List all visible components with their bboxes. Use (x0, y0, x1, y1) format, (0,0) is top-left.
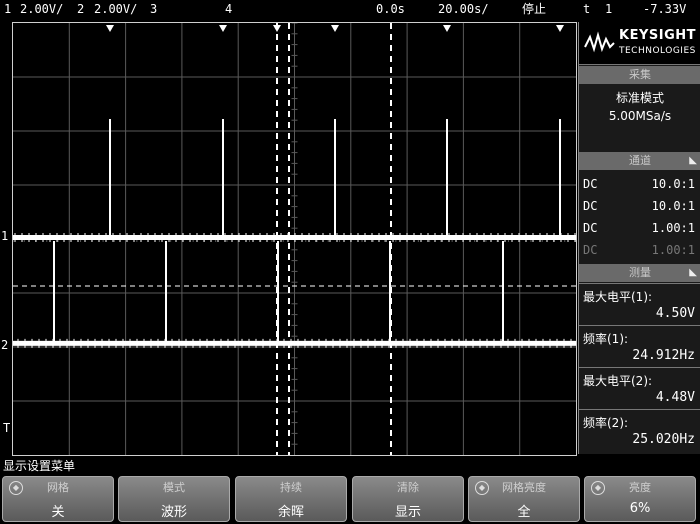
info-panel: KEYSIGHT TECHNOLOGIES 采集 标准模式 5.00MSa/s … (578, 22, 700, 454)
measurement-value: 4.48V (655, 390, 695, 405)
trigger-level[interactable]: -7.33V (643, 0, 686, 18)
softkey-value: 6% (629, 501, 651, 516)
ch1-scale[interactable]: 2.00V/ (20, 0, 63, 18)
softkey-value: 显示 (394, 505, 421, 520)
measurement-frequency-1[interactable]: 频率(1): 24.912Hz (579, 325, 700, 372)
menu-title: 显示设置菜单 (0, 458, 700, 474)
softkey-brightness[interactable]: ◆ 亮度 6% (584, 476, 696, 522)
softkey-persistence[interactable]: 持续 余晖 (235, 476, 347, 522)
channel-probe-ratio: 1.00:1 (651, 243, 695, 257)
trigger-point-icon (106, 25, 114, 32)
channel-row-2[interactable]: DC 10.0:1 (583, 196, 697, 216)
trigger-edge-icon: t (583, 2, 591, 16)
ch2-ground-marker[interactable]: 2 (1, 338, 8, 352)
softkey-label: 亮度 (629, 481, 651, 494)
measurement-max-level-1[interactable]: 最大电平(1): 4.50V (579, 283, 700, 330)
waveform-canvas (13, 23, 576, 455)
ch2-scale[interactable]: 2.00V/ (94, 0, 137, 18)
softkey-label: 模式 (163, 481, 185, 494)
run-state: 停止 (522, 2, 547, 16)
measurement-value: 25.020Hz (632, 432, 695, 447)
channel-header[interactable]: 通道 ◣ (579, 152, 700, 170)
measurement-frequency-2[interactable]: 频率(2): 25.020Hz (579, 409, 700, 454)
acquisition-header[interactable]: 采集 (579, 66, 700, 84)
measurement-header-label: 测量 (629, 266, 651, 279)
channel-coupling: DC (583, 243, 598, 257)
acquisition-mode: 标准模式 (615, 91, 664, 105)
softkey-grid[interactable]: ◆ 网格 关 (2, 476, 114, 522)
trigger-point-icon (443, 25, 451, 32)
measurement-name: 最大电平(1): (583, 290, 653, 304)
measurement-value: 24.912Hz (632, 348, 695, 363)
acquisition-header-label: 采集 (629, 68, 651, 81)
softkey-value: 余晖 (277, 505, 304, 520)
channel-coupling: DC (583, 221, 598, 235)
trigger-point-icon (556, 25, 564, 32)
collapse-icon[interactable]: ◣ (689, 152, 697, 170)
measurement-name: 频率(2): (583, 416, 629, 430)
trigger-source[interactable]: 1 (605, 0, 612, 18)
status-bar: 1 2.00V/ 2 2.00V/ 3 4 0.0s 20.00s/ 停止 t … (0, 0, 700, 18)
measurement-name: 最大电平(2): (583, 374, 653, 388)
channel-probe-ratio: 10.0:1 (651, 177, 695, 191)
measurement-max-level-2[interactable]: 最大电平(2): 4.48V (579, 367, 700, 414)
ch1-ground-marker[interactable]: 1 (1, 229, 8, 243)
sample-rate: 5.00MSa/s (608, 109, 672, 123)
brand-name: KEYSIGHT (619, 28, 696, 43)
delay-readout[interactable]: 0.0s (376, 0, 405, 18)
ch3-number[interactable]: 3 (150, 0, 157, 18)
softkey-label: 网格亮度 (502, 481, 546, 494)
softkey-mode[interactable]: 模式 波形 (118, 476, 230, 522)
trigger-level-marker[interactable]: T (3, 421, 10, 435)
softkey-value: 波形 (160, 505, 187, 520)
softkey-value: 全 (517, 505, 531, 520)
collapse-icon[interactable]: ◣ (689, 264, 697, 282)
channel-row-3[interactable]: DC 1.00:1 (583, 218, 697, 238)
channel-header-label: 通道 (629, 154, 651, 167)
brand-sub: TECHNOLOGIES (619, 46, 696, 56)
ch4-number[interactable]: 4 (225, 0, 232, 18)
ch1-number[interactable]: 1 (4, 0, 11, 18)
softkey-label: 持续 (280, 481, 302, 494)
ch2-trace (13, 340, 576, 346)
softkey-label: 网格 (47, 481, 69, 494)
softkey-bar: ◆ 网格 关 模式 波形 持续 余晖 清除 显示 ◆ 网格亮度 全 ◆ 亮度 6… (0, 476, 700, 524)
softkey-grid-brightness[interactable]: ◆ 网格亮度 全 (468, 476, 580, 522)
softkey-value: 关 (51, 505, 65, 520)
softkey-clear-display[interactable]: 清除 显示 (352, 476, 464, 522)
channel-probe-ratio: 10.0:1 (651, 199, 695, 213)
channel-row-4[interactable]: DC 1.00:1 (583, 240, 697, 260)
waveform-display[interactable]: 1 2 T (1, 22, 577, 456)
timebase-readout[interactable]: 20.00s/ (438, 0, 489, 18)
measurement-name: 频率(1): (583, 332, 629, 346)
ch2-number[interactable]: 2 (77, 0, 84, 18)
measurement-header[interactable]: 测量 ◣ (579, 264, 700, 282)
keysight-logo: KEYSIGHT TECHNOLOGIES (579, 22, 700, 65)
softkey-label: 清除 (397, 481, 419, 494)
channel-coupling: DC (583, 177, 598, 191)
trigger-point-icon (219, 25, 227, 32)
channel-probe-ratio: 1.00:1 (651, 221, 695, 235)
channel-coupling: DC (583, 199, 598, 213)
measurement-value: 4.50V (655, 306, 695, 321)
trigger-point-icon (273, 25, 281, 32)
wave-logo-icon (584, 31, 615, 53)
trigger-point-icon (331, 25, 339, 32)
channel-row-1[interactable]: DC 10.0:1 (583, 174, 697, 194)
